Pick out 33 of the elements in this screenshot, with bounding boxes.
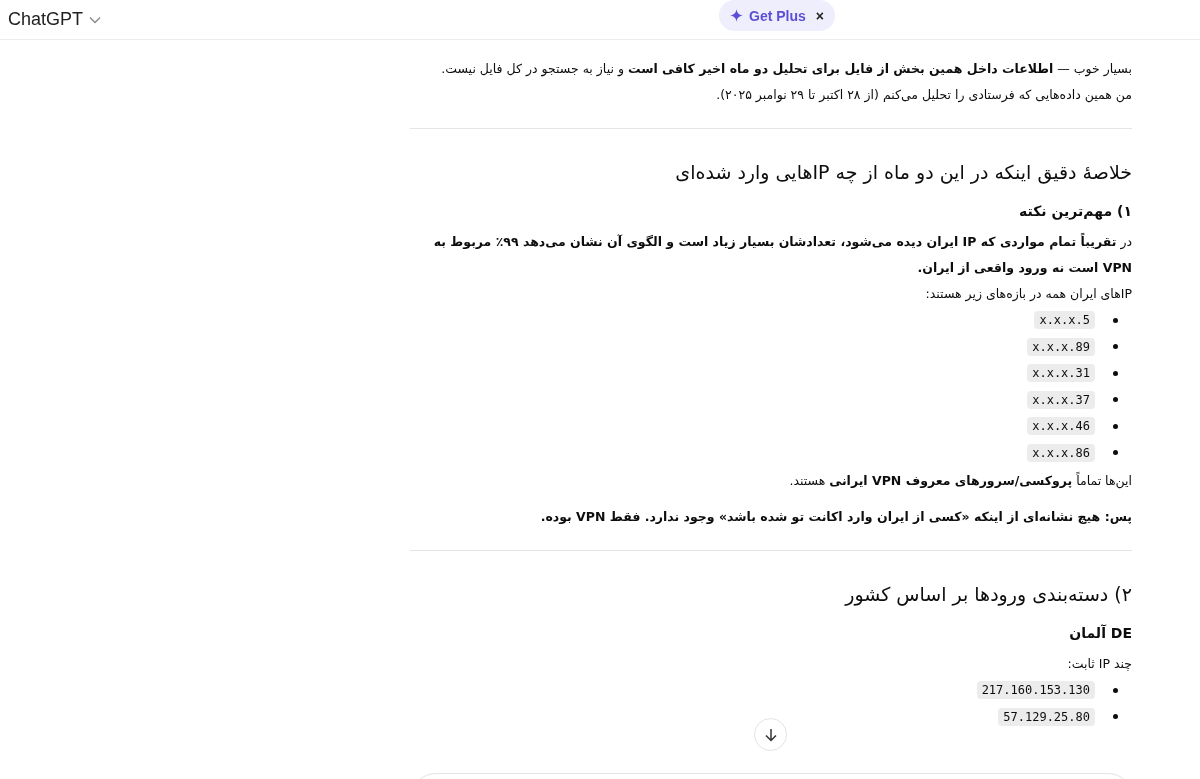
code-snippet: x.x.x.5 <box>1034 311 1095 330</box>
section-heading: خلاصهٔ دقیق اینکه در این دو ماه از چه IPهایی وارد شده‌ای <box>674 160 1132 186</box>
paragraph: پس: هیچ نشانه‌ای از اینکه «کسی از ایران وارد اکانت تو شده باشد» وجود ندارد. فقط VPN بوده. <box>539 508 1132 526</box>
code-snippet: 57.129.25.80 <box>998 707 1095 726</box>
code-snippet: x.x.x.46 <box>1027 417 1095 436</box>
code-snippet: x.x.x.89 <box>1027 337 1095 356</box>
bullet-icon <box>1113 450 1118 456</box>
paragraph: این‌ها تماماً پروکسی/سرورهای معروف VPN ایرانی هستند. <box>788 471 1132 491</box>
paragraph: من همین داده‌هایی که فرستادی را تحلیل می‌کنم (از ۲۸ اکتبر تا ۲۹ نوامبر ۲۰۲۵). <box>715 86 1132 105</box>
paragraph: بسیار خوب — اطلاعات داخل همین بخش از فایل برای تحلیل دو ماه اخیر کافی است و نیاز به جستجو در کل فایل نیست. <box>440 60 1132 79</box>
close-button[interactable]: × <box>815 7 824 24</box>
bullet-icon <box>1113 344 1118 350</box>
code-snippet: x.x.x.31 <box>1027 364 1095 383</box>
sparkle-icon <box>730 9 743 22</box>
chevron-down-icon[interactable] <box>89 15 102 24</box>
get-plus-link[interactable]: Get Plus <box>749 7 806 24</box>
bullet-icon <box>1113 317 1118 323</box>
bullet-icon <box>1113 687 1118 693</box>
scroll-down-button[interactable] <box>754 718 787 751</box>
paragraph: چند IP ثابت: <box>1066 655 1132 673</box>
model-title[interactable]: ChatGPT <box>8 9 84 30</box>
section-heading: ۲) دسته‌بندی ورودها بر اساس کشور <box>843 582 1132 608</box>
subheading: ۱) مهم‌ترین نکته <box>1018 202 1132 222</box>
bullet-icon <box>1113 714 1118 720</box>
paragraph: در تقریباً تمام مواردی که IP ایران دیده می‌شود، تعدادشان بسیار زیاد است و الگوی آن نشان می‌دهد ۹۹٪ مربوط به VPN است نه ورود واقعی از ایران. <box>432 232 1132 277</box>
code-snippet: x.x.x.37 <box>1027 390 1095 409</box>
bullet-icon <box>1113 423 1118 429</box>
code-snippet: x.x.x.86 <box>1027 443 1095 462</box>
paragraph: IPهای ایران همه در بازه‌های زیر هستند: <box>924 285 1132 304</box>
subheading: DE آلمان <box>1068 623 1132 643</box>
code-snippet: 217.160.153.130 <box>976 681 1095 700</box>
bullet-icon <box>1113 397 1118 403</box>
bullet-icon <box>1113 370 1118 376</box>
